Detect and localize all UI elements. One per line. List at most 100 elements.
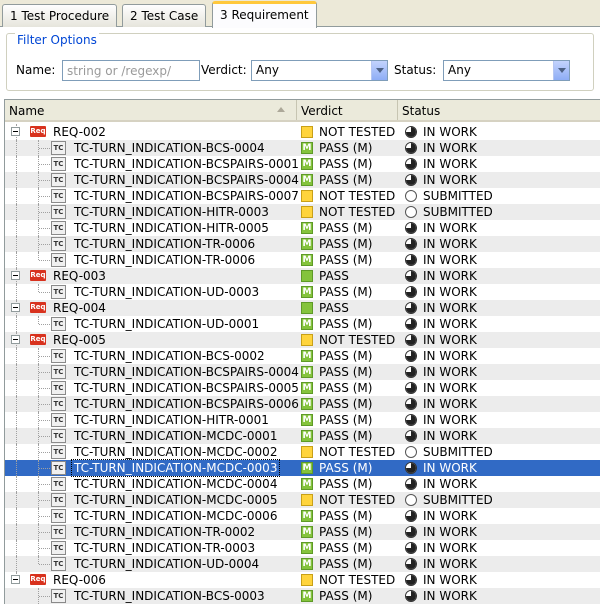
name-label: Name:: [16, 63, 56, 77]
pass-icon: M: [301, 238, 313, 250]
tree-line: [16, 412, 17, 428]
in-work-icon: [405, 270, 417, 282]
pass-icon: M: [301, 222, 313, 234]
verdict-text: PASS (M): [319, 477, 373, 491]
test-case-row[interactable]: TC TC-TURN_INDICATION-BCSPAIRS-0006 M PASS …: [5, 396, 600, 412]
verdict-select[interactable]: Any: [251, 60, 388, 81]
requirement-row[interactable]: Req REQ-006 NOT TESTED IN WORK: [5, 572, 600, 588]
collapse-toggle-icon[interactable]: [11, 575, 20, 584]
tree-line: [16, 556, 17, 572]
test-case-row[interactable]: TC TC-TURN_INDICATION-BCSPAIRS-0007 NOT TE…: [5, 188, 600, 204]
tab-bar: 1 Test Procedure 2 Test Case 3 Requireme…: [0, 0, 600, 28]
collapse-toggle-icon[interactable]: [11, 271, 20, 280]
in-work-icon: [405, 478, 417, 490]
pass-icon: [301, 302, 313, 314]
submitted-icon: [405, 446, 417, 458]
verdict-text: PASS (M): [319, 317, 373, 331]
in-work-icon: [405, 526, 417, 538]
in-work-icon: [405, 574, 417, 586]
test-case-row[interactable]: TC TC-TURN_INDICATION-HITR-0001 M PASS (M) I…: [5, 412, 600, 428]
test-case-row[interactable]: TC TC-TURN_INDICATION-BCSPAIRS-0001 M PASS …: [5, 156, 600, 172]
pass-icon: M: [301, 462, 313, 474]
tree-line: [16, 284, 17, 300]
name-filter-input[interactable]: [62, 60, 200, 81]
status-text: IN WORK: [423, 349, 477, 363]
collapse-toggle-icon[interactable]: [11, 127, 20, 136]
tree-line: [39, 244, 50, 245]
status-column-header[interactable]: Status: [398, 100, 600, 120]
tree-line: [39, 196, 50, 197]
test-case-row[interactable]: TC TC-TURN_INDICATION-BCS-0004 M PASS (M) IN…: [5, 140, 600, 156]
test-case-row[interactable]: TC TC-TURN_INDICATION-UD-0001 M PASS (M) IN …: [5, 316, 600, 332]
status-text: IN WORK: [423, 557, 477, 571]
status-select[interactable]: Any: [443, 60, 570, 81]
test-case-row[interactable]: TC TC-TURN_INDICATION-BCS-0003 M PASS (M) IN…: [5, 588, 600, 604]
in-work-icon: [405, 126, 417, 138]
status-text: SUBMITTED: [423, 205, 493, 219]
test-case-name: TC-TURN_INDICATION-TR-0002: [74, 525, 256, 539]
pass-icon: M: [301, 542, 313, 554]
test-case-row[interactable]: TC TC-TURN_INDICATION-MCDC-0005 NOT TESTED…: [5, 492, 600, 508]
test-case-row[interactable]: TC TC-TURN_INDICATION-TR-0006 M PASS (M) IN …: [5, 252, 600, 268]
requirement-row[interactable]: Req REQ-005 NOT TESTED IN WORK: [5, 332, 600, 348]
test-case-row[interactable]: TC TC-TURN_INDICATION-BCS-0002 M PASS (M) IN…: [5, 348, 600, 364]
requirement-name: REQ-002: [53, 125, 106, 139]
test-case-name: TC-TURN_INDICATION-BCSPAIRS-0004: [74, 365, 299, 379]
test-case-name: TC-TURN_INDICATION-UD-0001: [74, 317, 260, 331]
test-case-row[interactable]: TC TC-TURN_INDICATION-MCDC-0002 NOT TESTED…: [5, 444, 600, 460]
test-case-row[interactable]: TC TC-TURN_INDICATION-TR-0002 M PASS (M) IN …: [5, 524, 600, 540]
test-case-row[interactable]: TC TC-TURN_INDICATION-HITR-0003 NOT TESTED…: [5, 204, 600, 220]
requirement-icon: Req: [30, 574, 46, 585]
tab-test-procedure[interactable]: 1 Test Procedure: [2, 4, 118, 27]
test-case-row[interactable]: TC TC-TURN_INDICATION-MCDC-0006 M PASS (M) I…: [5, 508, 600, 524]
requirement-row[interactable]: Req REQ-002 NOT TESTED IN WORK: [5, 124, 600, 140]
name-column-header[interactable]: Name: [5, 100, 297, 120]
pass-icon: M: [301, 286, 313, 298]
tree-line: [16, 444, 17, 460]
test-case-row[interactable]: TC TC-TURN_INDICATION-MCDC-0004 M PASS (M) I…: [5, 476, 600, 492]
test-case-name: TC-TURN_INDICATION-BCS-0003: [74, 589, 265, 603]
test-case-row[interactable]: TC TC-TURN_INDICATION-UD-0003 M PASS (M) IN …: [5, 284, 600, 300]
tree-line: [38, 556, 39, 564]
tree-line: [16, 508, 17, 524]
verdict-text: PASS (M): [319, 173, 373, 187]
requirement-name: REQ-004: [53, 301, 106, 315]
test-case-row[interactable]: TC TC-TURN_INDICATION-UD-0004 M PASS (M) IN …: [5, 556, 600, 572]
not-tested-icon: [301, 494, 313, 506]
test-case-icon: TC: [51, 317, 66, 331]
collapse-toggle-icon[interactable]: [11, 303, 20, 312]
in-work-icon: [405, 158, 417, 170]
tree-line: [39, 596, 50, 597]
pass-icon: M: [301, 174, 313, 186]
status-dropdown-arrow-icon[interactable]: [553, 61, 569, 80]
in-work-icon: [405, 398, 417, 410]
test-case-row[interactable]: TC TC-TURN_INDICATION-MCDC-0003 M PASS (M) I…: [5, 459, 600, 477]
test-case-row[interactable]: TC TC-TURN_INDICATION-TR-0003 M PASS (M) IN …: [5, 540, 600, 556]
verdict-text: NOT TESTED: [319, 493, 396, 507]
verdict-text: PASS (M): [319, 541, 373, 555]
test-case-row[interactable]: TC TC-TURN_INDICATION-TR-0006 M PASS (M) IN …: [5, 236, 600, 252]
tab-requirement[interactable]: 3 Requirement: [212, 1, 317, 28]
requirement-row[interactable]: Req REQ-003 PASS IN WORK: [5, 268, 600, 284]
sort-ascending-icon: [277, 107, 285, 112]
tree-line: [39, 292, 50, 293]
requirement-row[interactable]: Req REQ-004 PASS IN WORK: [5, 300, 600, 316]
collapse-toggle-icon[interactable]: [11, 335, 20, 344]
test-case-icon: TC: [51, 541, 66, 555]
test-case-row[interactable]: TC TC-TURN_INDICATION-BCSPAIRS-0004 M PASS …: [5, 364, 600, 380]
tree-line: [16, 236, 17, 252]
test-case-row[interactable]: TC TC-TURN_INDICATION-HITR-0005 M PASS (M) I…: [5, 220, 600, 236]
test-case-row[interactable]: TC TC-TURN_INDICATION-MCDC-0001 M PASS (M) I…: [5, 428, 600, 444]
test-case-row[interactable]: TC TC-TURN_INDICATION-BCSPAIRS-0005 M PASS …: [5, 380, 600, 396]
tab-test-case[interactable]: 2 Test Case: [122, 4, 207, 27]
test-case-row[interactable]: TC TC-TURN_INDICATION-BCSPAIRS-0004 M PASS …: [5, 172, 600, 188]
tree-line: [39, 324, 50, 325]
verdict-text: PASS (M): [319, 429, 373, 443]
pass-icon: M: [301, 158, 313, 170]
in-work-icon: [405, 558, 417, 570]
test-case-name: TC-TURN_INDICATION-MCDC-0001: [74, 429, 278, 443]
pass-icon: M: [301, 430, 313, 442]
verdict-column-header[interactable]: Verdict: [297, 100, 398, 120]
verdict-text: NOT TESTED: [319, 125, 396, 139]
verdict-dropdown-arrow-icon[interactable]: [371, 61, 387, 80]
